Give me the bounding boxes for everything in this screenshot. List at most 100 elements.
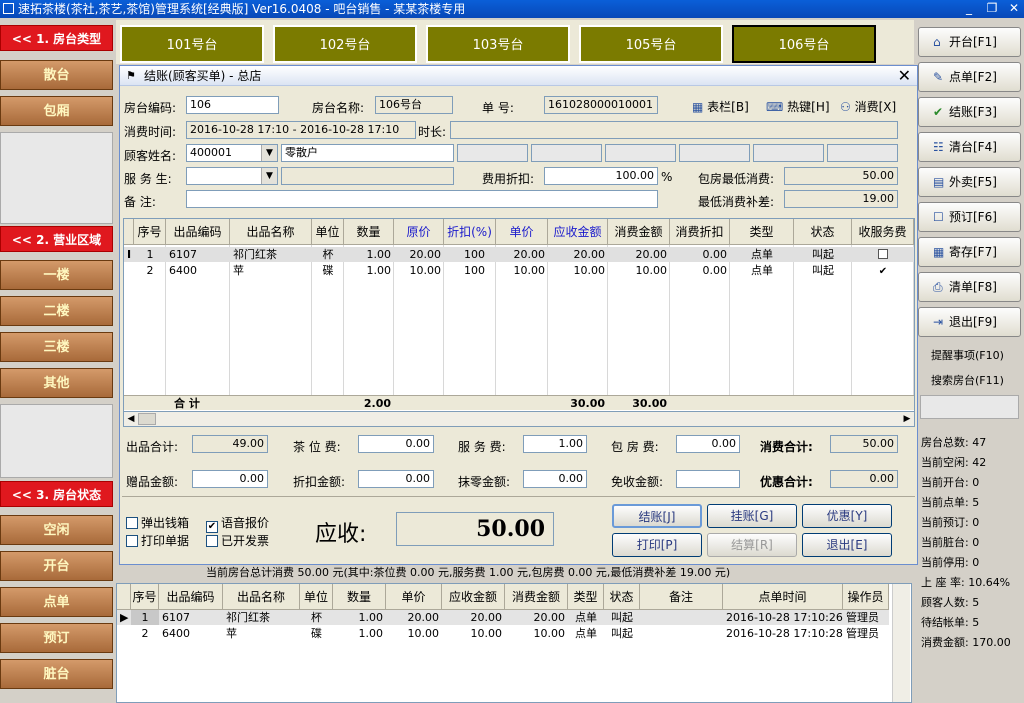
search-table-input[interactable] (920, 395, 1019, 419)
customer-code-select[interactable]: 400001 ▼ (186, 144, 278, 162)
customer-name-field[interactable]: 零散户 (281, 144, 454, 162)
column-header[interactable]: 单位 (312, 219, 344, 245)
offer-button[interactable]: 优惠[Y] (802, 504, 892, 528)
status-item[interactable]: 脏台 (0, 659, 113, 689)
restore-button[interactable]: ❐ (983, 1, 1001, 16)
area-item[interactable]: 三楼 (0, 332, 113, 362)
minimize-button[interactable]: _ (960, 1, 978, 16)
print-receipt-checkbox[interactable]: 打印单据 (126, 532, 189, 549)
open-cashbox-checkbox[interactable]: 弹出钱箱 (126, 514, 189, 531)
column-header[interactable]: 类型 (568, 584, 604, 610)
column-header[interactable]: 序号 (131, 584, 159, 610)
table-row[interactable]: I 1 6107 祁门红茶 杯 1.00 20.00 100 20.00 20.… (124, 247, 914, 262)
status-item[interactable]: 开台 (0, 551, 113, 581)
takeout-button[interactable]: ▤ 外卖[F5] (918, 167, 1021, 197)
column-header[interactable]: 消费折扣 (670, 219, 730, 245)
table-tile[interactable]: 102号台 (273, 25, 417, 63)
area-item[interactable]: 二楼 (0, 296, 113, 326)
room-fee-field[interactable]: 0.00 (676, 435, 740, 453)
column-header[interactable]: 点单时间 (723, 584, 843, 610)
service-fee-checkbox[interactable]: ✔ (852, 263, 914, 278)
column-header[interactable]: 状态 (604, 584, 640, 610)
checkout-confirm-button[interactable]: 结账[J] (612, 504, 702, 528)
column-header[interactable]: 状态 (794, 219, 852, 245)
discount-amount-field[interactable]: 0.00 (358, 470, 434, 488)
column-header[interactable]: 出品编码 (166, 219, 230, 245)
clear-table-button[interactable]: ☷ 清台[F4] (918, 132, 1021, 162)
column-header[interactable]: 操作员 (843, 584, 889, 610)
round-off-field[interactable]: 0.00 (523, 470, 587, 488)
column-header[interactable]: 出品名称 (230, 219, 312, 245)
print-button[interactable]: 打印[P] (612, 533, 702, 557)
service-fee-checkbox[interactable] (852, 247, 914, 262)
column-header[interactable]: 单价 (496, 219, 548, 245)
checkout-button[interactable]: ✔ 结账[F3] (918, 97, 1021, 127)
chevron-down-icon[interactable]: ▼ (261, 168, 277, 184)
status-item[interactable]: 空闲 (0, 515, 113, 545)
column-header[interactable]: 数量 (344, 219, 394, 245)
table-tile-selected[interactable]: 106号台 (732, 25, 876, 63)
storage-button[interactable]: ▦ 寄存[F7] (918, 237, 1021, 267)
horizontal-scrollbar[interactable]: ◀ ▶ (123, 411, 915, 427)
status-item[interactable]: 点单 (0, 587, 113, 617)
column-header[interactable]: 数量 (333, 584, 386, 610)
table-row[interactable]: 2 6400 苹 碟 1.00 10.00 10.00 10.00 点单 叫起 … (117, 626, 889, 641)
scroll-left-icon[interactable]: ◀ (124, 412, 138, 426)
section-header-area[interactable]: << 2. 营业区域 >> (0, 226, 113, 273)
dialog-exit-button[interactable]: 退出[E] (802, 533, 892, 557)
column-header[interactable]: 消费金额 (505, 584, 568, 610)
column-header[interactable]: 收服务费 (852, 219, 914, 245)
chevron-down-icon[interactable]: ▼ (261, 145, 277, 161)
consume-button[interactable]: ⚇ 消费[X] (840, 98, 896, 115)
area-item[interactable]: 一楼 (0, 260, 113, 290)
service-fee-field[interactable]: 1.00 (523, 435, 587, 453)
discount-field[interactable]: 100.00 (544, 167, 658, 185)
hotkeys-button[interactable]: ⌨ 热键[H] (766, 98, 830, 115)
column-header[interactable]: 应收金额 (442, 584, 505, 610)
exit-button[interactable]: ⇥ 退出[F9] (918, 307, 1021, 337)
reservation-button[interactable]: ☐ 预订[F6] (918, 202, 1021, 232)
column-header[interactable]: 原价 (394, 219, 444, 245)
table-tile[interactable]: 103号台 (426, 25, 570, 63)
column-header[interactable]: 折扣(%) (444, 219, 496, 245)
status-item[interactable]: 预订 (0, 623, 113, 653)
tea-fee-field[interactable]: 0.00 (358, 435, 434, 453)
column-header[interactable]: 类型 (730, 219, 794, 245)
order-button[interactable]: ✎ 点单[F2] (918, 62, 1021, 92)
column-header[interactable]: 单价 (386, 584, 442, 610)
room-type-item[interactable]: 散台 (0, 60, 113, 90)
table-row[interactable]: ▶ 1 6107 祁门红茶 杯 1.00 20.00 20.00 20.00 点… (117, 610, 889, 625)
invoiced-checkbox[interactable]: 已开发票 (206, 532, 269, 549)
column-header[interactable]: 出品编码 (159, 584, 223, 610)
dialog-close-icon[interactable]: ✕ (898, 66, 911, 86)
close-button[interactable]: ✕ (1005, 1, 1023, 16)
vertical-scrollbar[interactable] (892, 584, 910, 702)
reminders-link[interactable]: 提醒事项(F10) (931, 347, 1004, 363)
area-item[interactable]: 其他 (0, 368, 113, 398)
column-header[interactable]: 单位 (300, 584, 333, 610)
print-list-button[interactable]: ⎙ 清单[F8] (918, 272, 1021, 302)
column-header[interactable]: 序号 (134, 219, 166, 245)
scroll-thumb[interactable] (138, 413, 156, 425)
search-table-link[interactable]: 搜索房台(F11) (931, 372, 1004, 388)
on-account-button[interactable]: 挂账[G] (707, 504, 797, 528)
column-header[interactable]: 消费金额 (608, 219, 670, 245)
scroll-right-icon[interactable]: ▶ (900, 412, 914, 426)
settle-button[interactable]: 结算[R] (707, 533, 797, 557)
columns-button[interactable]: ▦ 表栏[B] (692, 98, 749, 115)
room-code-field[interactable]: 106 (186, 96, 279, 114)
waiter-select[interactable]: ▼ (186, 167, 278, 185)
section-header-room-type[interactable]: << 1. 房台类型 >> (0, 25, 113, 72)
room-type-item[interactable]: 包厢 (0, 96, 113, 126)
table-row[interactable]: 2 6400 苹 碟 1.00 10.00 100 10.00 10.00 10… (124, 263, 914, 278)
voice-quote-checkbox[interactable]: ✔ 语音报价 (206, 514, 269, 533)
gift-field[interactable]: 0.00 (192, 470, 268, 488)
free-amount-field[interactable] (676, 470, 740, 488)
column-header[interactable]: 备注 (640, 584, 723, 610)
open-table-button[interactable]: ⌂ 开台[F1] (918, 27, 1021, 57)
remark-field[interactable] (186, 190, 658, 208)
table-tile[interactable]: 101号台 (120, 25, 264, 63)
column-header[interactable]: 出品名称 (223, 584, 300, 610)
section-header-status[interactable]: << 3. 房台状态 >> (0, 481, 113, 528)
table-tile[interactable]: 105号台 (579, 25, 723, 63)
